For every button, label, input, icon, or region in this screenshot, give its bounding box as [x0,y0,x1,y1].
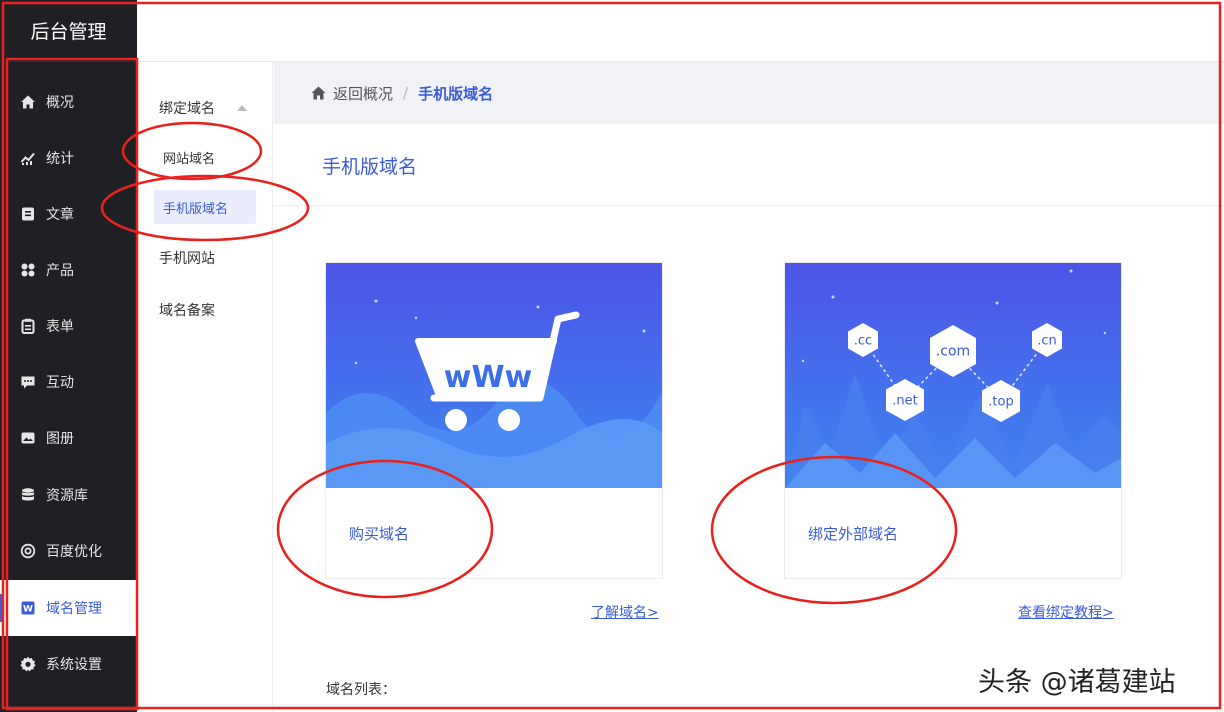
database-icon [19,486,37,504]
app-root: 后台管理 概况 统计 文章 产品 表单 互动 图册 资源库 百度优化 W 域名管… [0,0,1224,712]
buy-domain-card[interactable]: wWw 购买域名 [325,262,663,579]
sidebar-item-domain[interactable]: W 域名管理 [0,580,137,636]
bind-tutorial-link[interactable]: 查看绑定教程> [1018,602,1114,622]
sidebar-item-label: 表单 [46,319,74,335]
shopping-cart-illustration: wWw [326,263,662,488]
sidebar-item-label: 统计 [46,151,74,167]
breadcrumb-back-label: 返回概况 [333,84,394,103]
submenu-group-label: 绑定域名 [159,101,215,117]
svg-text:wWw: wWw [444,360,533,395]
sidebar-item-overview[interactable]: 概况 [0,74,137,130]
tag-com-label: .com [936,344,970,360]
sidebar-item-products[interactable]: 产品 [0,242,137,298]
submenu-item-domain-filing[interactable]: 域名备案 [159,300,215,320]
sidebar-item-label: 域名管理 [46,601,102,617]
sidebar-item-label: 百度优化 [46,544,102,560]
sidebar-item-label: 资源库 [46,488,88,504]
sidebar-item-label: 系统设置 [46,657,102,673]
sidebar: 后台管理 概况 统计 文章 产品 表单 互动 图册 资源库 百度优化 W 域名管… [0,0,137,712]
learn-domain-link[interactable]: 了解域名> [591,602,659,622]
sidebar-item-articles[interactable]: 文章 [0,186,137,242]
sidebar-item-settings[interactable]: 系统设置 [0,636,137,692]
secondary-menu: 绑定域名 网站域名 手机版域名 手机网站 域名备案 [137,62,273,712]
top-header [137,0,1224,62]
submenu-item-mobile-domain[interactable]: 手机版域名 [154,190,256,224]
article-icon [19,205,37,223]
sidebar-item-label: 概况 [46,95,74,111]
watermark: 头条 @诸葛建站 [978,667,1176,698]
breadcrumb-separator: / [403,84,409,102]
breadcrumb: 返回概况 / 手机版域名 [274,62,1224,124]
main-content: 返回概况 / 手机版域名 手机版域名 wWw 购买域名 了解域名> .cc .c… [274,62,1224,712]
target-icon [19,542,37,560]
sidebar-item-album[interactable]: 图册 [0,410,137,466]
album-icon [19,429,37,447]
bind-external-domain-caption: 绑定外部域名 [808,525,899,543]
tag-top-label: .top [988,395,1013,410]
domain-icon: W [19,599,37,617]
brand-title: 后台管理 [0,0,137,62]
buy-domain-caption: 购买域名 [349,525,410,543]
sidebar-item-label: 文章 [46,207,74,223]
tag-net-label: .net [892,394,917,409]
clipboard-icon [19,317,37,335]
divider [274,205,1224,206]
submenu-item-site-domain[interactable]: 网站域名 [154,140,256,174]
breadcrumb-current: 手机版域名 [418,84,494,103]
sidebar-item-stats[interactable]: 统计 [0,130,137,186]
sidebar-item-interact[interactable]: 互动 [0,354,137,410]
sidebar-item-seo[interactable]: 百度优化 [0,523,137,579]
sidebar-item-label: 互动 [46,375,74,391]
domain-list-label: 域名列表： [326,682,396,698]
sidebar-item-forms[interactable]: 表单 [0,298,137,354]
home-icon [19,93,37,111]
grid-icon [19,261,37,279]
sidebar-item-resources[interactable]: 资源库 [0,467,137,523]
home-icon [311,86,326,100]
domain-network-illustration: .cc .com .cn .net .top [785,263,1121,488]
submenu-item-mobile-site[interactable]: 手机网站 [159,248,215,268]
chat-icon [19,373,37,391]
submenu-item-label: 网站域名 [163,151,216,167]
page-title: 手机版域名 [322,156,418,178]
submenu-group-bind-domain[interactable]: 绑定域名 [159,98,247,118]
gear-icon [19,655,37,673]
breadcrumb-back-link[interactable]: 返回概况 [310,83,393,104]
svg-text:W: W [23,605,33,615]
sidebar-item-label: 产品 [46,263,74,279]
bind-external-domain-card[interactable]: .cc .com .cn .net .top 绑定外部域名 [784,262,1122,579]
tag-cc-label: .cc [854,334,872,349]
sidebar-item-label: 图册 [46,431,74,447]
submenu-item-label: 手机版域名 [163,201,229,217]
chart-icon [19,149,37,167]
tag-cn-label: .cn [1037,334,1057,349]
caret-up-icon [237,105,247,111]
